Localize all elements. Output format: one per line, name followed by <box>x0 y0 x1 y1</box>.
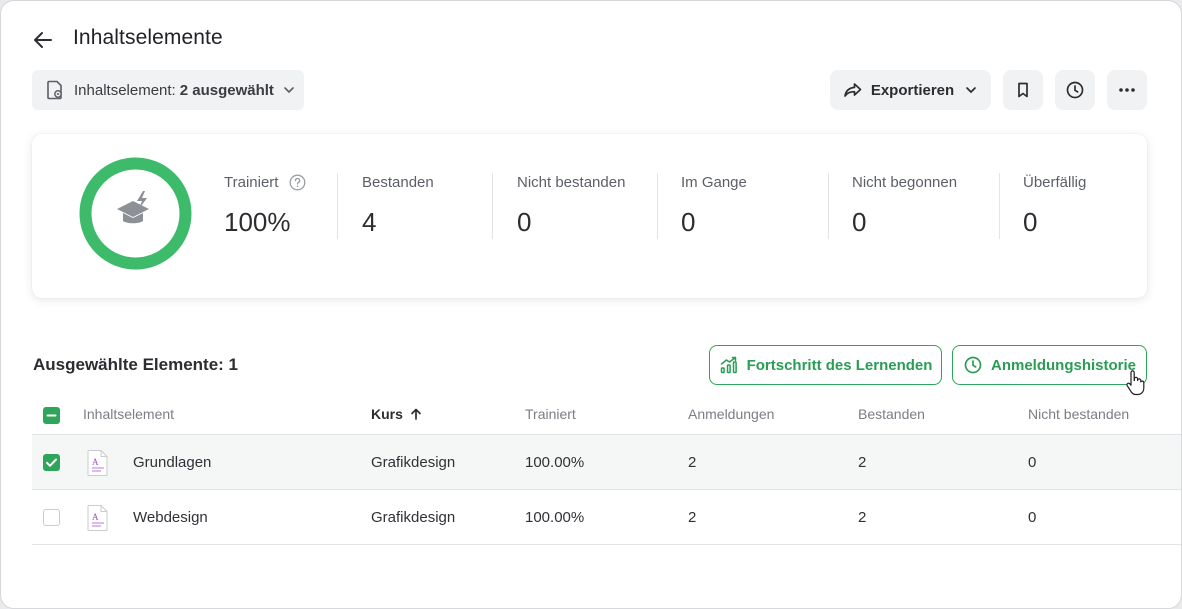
bookmark-button[interactable] <box>1003 70 1043 110</box>
clock-icon <box>1066 81 1084 99</box>
chart-trend-icon <box>720 356 737 374</box>
cell-not-passed: 0 <box>1028 509 1037 526</box>
divider <box>999 173 1000 239</box>
selected-items-title: Ausgewählte Elemente: 1 <box>33 355 239 374</box>
help-circle-icon[interactable] <box>289 174 306 191</box>
column-header-not-passed[interactable]: Nicht bestanden <box>1028 406 1129 422</box>
table-row[interactable]: A Grundlagen Grafikdesign 100.00% 2 2 0 <box>32 435 1181 490</box>
back-arrow-icon[interactable] <box>31 28 55 52</box>
enrollment-history-label: Anmeldungshistorie <box>990 356 1136 374</box>
hand-pointer-cursor-icon <box>1126 370 1145 396</box>
column-header-label: Kurs <box>371 406 403 422</box>
cell-enrollments: 2 <box>688 454 697 471</box>
app-window: Inhaltselemente Inhaltselement: 2 ausgew… <box>0 0 1182 609</box>
row-checkbox[interactable] <box>43 454 60 471</box>
cell-trained: 100.00% <box>525 454 585 471</box>
cell-enrollments: 2 <box>688 509 697 526</box>
column-header-trained[interactable]: Trainiert <box>525 406 576 422</box>
cell-not-passed: 0 <box>1028 454 1037 471</box>
cell-trained: 100.00% <box>525 509 585 526</box>
more-horizontal-icon <box>1119 88 1135 92</box>
cell-passed: 2 <box>858 509 867 526</box>
stat-value: 0 <box>1023 207 1038 237</box>
document-filter-icon <box>47 80 62 100</box>
stat-value: 0 <box>517 207 532 237</box>
graduation-cap-bolt-icon <box>117 191 149 224</box>
column-header-course[interactable]: Kurs <box>371 406 423 422</box>
stat-label: Trainiert <box>224 174 279 191</box>
stat-label: Überfällig <box>1023 174 1087 191</box>
learner-progress-button[interactable]: Fortschritt des Lernenden <box>709 345 942 385</box>
enrollment-history-button[interactable]: Anmeldungshistorie <box>952 345 1147 385</box>
table-header: Inhaltselement Kurs Trainiert Anmeldunge… <box>32 396 1181 435</box>
column-header-content-item[interactable]: Inhaltselement <box>83 406 174 422</box>
select-all-checkbox[interactable] <box>43 407 60 424</box>
stat-not-started: Nicht begonnen 0 <box>852 174 957 238</box>
indeterminate-icon <box>46 414 57 417</box>
progress-ring <box>79 157 192 270</box>
stat-value: 100% <box>224 207 291 237</box>
divider <box>657 173 658 239</box>
cell-content-item: Webdesign <box>133 509 208 526</box>
stat-in-progress: Im Gange 0 <box>681 174 747 238</box>
content-item-filter[interactable]: Inhaltselement: 2 ausgewählt <box>32 70 304 110</box>
stat-overdue: Überfällig 0 <box>1023 174 1086 238</box>
export-button[interactable]: Exportieren <box>830 70 991 110</box>
divider <box>492 173 493 239</box>
cell-course: Grafikdesign <box>371 509 456 526</box>
divider <box>828 173 829 239</box>
stat-trained: Trainiert 100% <box>224 174 306 238</box>
share-arrow-icon <box>843 83 862 97</box>
cell-course: Grafikdesign <box>371 454 456 471</box>
more-options-button[interactable] <box>1107 70 1147 110</box>
stat-value: 0 <box>852 207 867 237</box>
cell-content-item: Grundlagen <box>133 454 212 471</box>
stat-value: 4 <box>362 207 377 237</box>
chevron-down-icon <box>966 87 977 94</box>
cell-passed: 2 <box>858 454 867 471</box>
schedule-button[interactable] <box>1055 70 1095 110</box>
row-checkbox[interactable] <box>43 509 60 526</box>
svg-text:A: A <box>92 512 99 522</box>
clock-icon <box>964 356 982 374</box>
divider <box>337 173 338 239</box>
page-title: Inhaltselemente <box>73 26 223 49</box>
table-row[interactable]: A Webdesign Grafikdesign 100.00% 2 2 0 <box>32 490 1181 545</box>
stat-label: Nicht begonnen <box>852 174 958 191</box>
bookmark-icon <box>1018 82 1028 98</box>
filter-label: Inhaltselement: <box>74 81 176 99</box>
export-label: Exportieren <box>870 81 955 99</box>
stat-label: Nicht bestanden <box>517 174 626 191</box>
stat-label: Im Gange <box>681 174 747 191</box>
stat-failed: Nicht bestanden 0 <box>517 174 625 238</box>
column-header-enrollments[interactable]: Anmeldungen <box>688 406 774 422</box>
stat-value: 0 <box>681 207 696 237</box>
stat-label: Bestanden <box>362 174 434 191</box>
sort-ascending-arrow-icon <box>411 408 421 420</box>
stat-passed: Bestanden 4 <box>362 174 434 238</box>
learner-progress-label: Fortschritt des Lernenden <box>746 356 933 374</box>
svg-text:A: A <box>92 457 99 467</box>
text-document-icon: A <box>87 505 108 531</box>
chevron-down-icon <box>284 87 294 94</box>
text-document-icon: A <box>87 450 108 476</box>
filter-value: 2 ausgewählt <box>179 81 274 99</box>
column-header-passed[interactable]: Bestanden <box>858 406 925 422</box>
checkmark-icon <box>46 458 57 467</box>
summary-card: Trainiert 100% Bestanden 4 Nicht bestand… <box>32 134 1147 298</box>
